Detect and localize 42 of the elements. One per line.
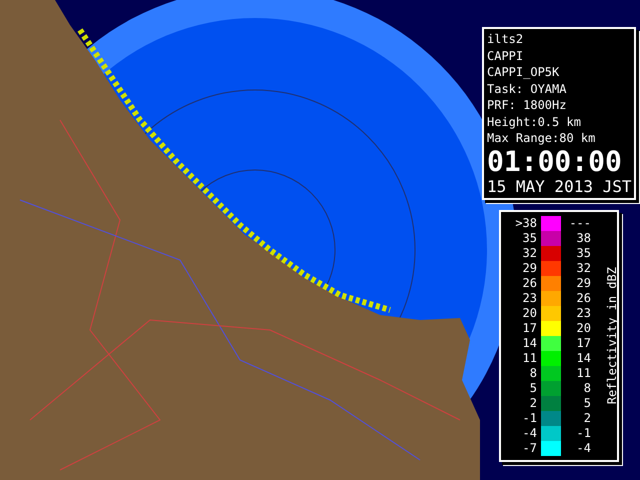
date-text: 15 MAY 2013 JST (487, 176, 631, 196)
legend-low-value: 20 (522, 306, 537, 321)
legend-high-value: 35 (576, 246, 591, 261)
legend-low-value: 35 (522, 231, 537, 246)
legend-high-value: --- (568, 216, 591, 231)
legend-high-value: 26 (576, 291, 591, 306)
legend-low-value: 11 (522, 351, 537, 366)
legend-low-value: 29 (522, 261, 537, 276)
legend-high-value: 11 (576, 366, 591, 381)
info-line: CAPPI_OP5K (487, 64, 560, 80)
legend-low-value: 17 (522, 321, 537, 336)
legend-low-value: 2 (528, 396, 537, 411)
legend-low-value: -4 (522, 426, 537, 441)
legend-high-value: 23 (576, 306, 591, 321)
legend-high-value: 2 (582, 411, 591, 426)
info-line: Task: OYAMA (487, 80, 568, 97)
info-line: Max Range:80 km (487, 130, 596, 146)
legend-low-value: 32 (522, 246, 537, 261)
legend-high-value: 5 (582, 396, 591, 411)
info-line: PRF: 1800Hz (487, 97, 568, 114)
info-line: Height:0.5 km (487, 114, 582, 130)
legend-high-value: 32 (576, 261, 591, 276)
info-line: ilts2 (487, 31, 524, 48)
legend-high-value: 29 (576, 276, 591, 291)
info-line: CAPPI (487, 48, 524, 64)
legend-high-value: 17 (576, 336, 591, 351)
legend-title: Reflectivity in dBZ (604, 267, 620, 405)
time-text: 01:00:00 (487, 146, 623, 176)
legend-low-value: 26 (522, 276, 537, 291)
legend-low-value: -1 (522, 411, 537, 426)
legend-high-value: -1 (576, 426, 591, 441)
legend-low-value: 5 (528, 381, 537, 396)
legend-high-value: 14 (576, 351, 591, 366)
legend-high-value: 38 (576, 231, 591, 246)
legend-low-value: 8 (528, 366, 537, 381)
legend-high-value: 8 (582, 381, 591, 396)
legend-high-value: 20 (576, 321, 591, 336)
legend-low-value: 23 (522, 291, 537, 306)
legend-high-value: -4 (576, 441, 591, 456)
legend-low-value: 14 (522, 336, 537, 351)
legend-low-value: -7 (522, 441, 537, 456)
legend-low-value: >38 (514, 216, 537, 231)
